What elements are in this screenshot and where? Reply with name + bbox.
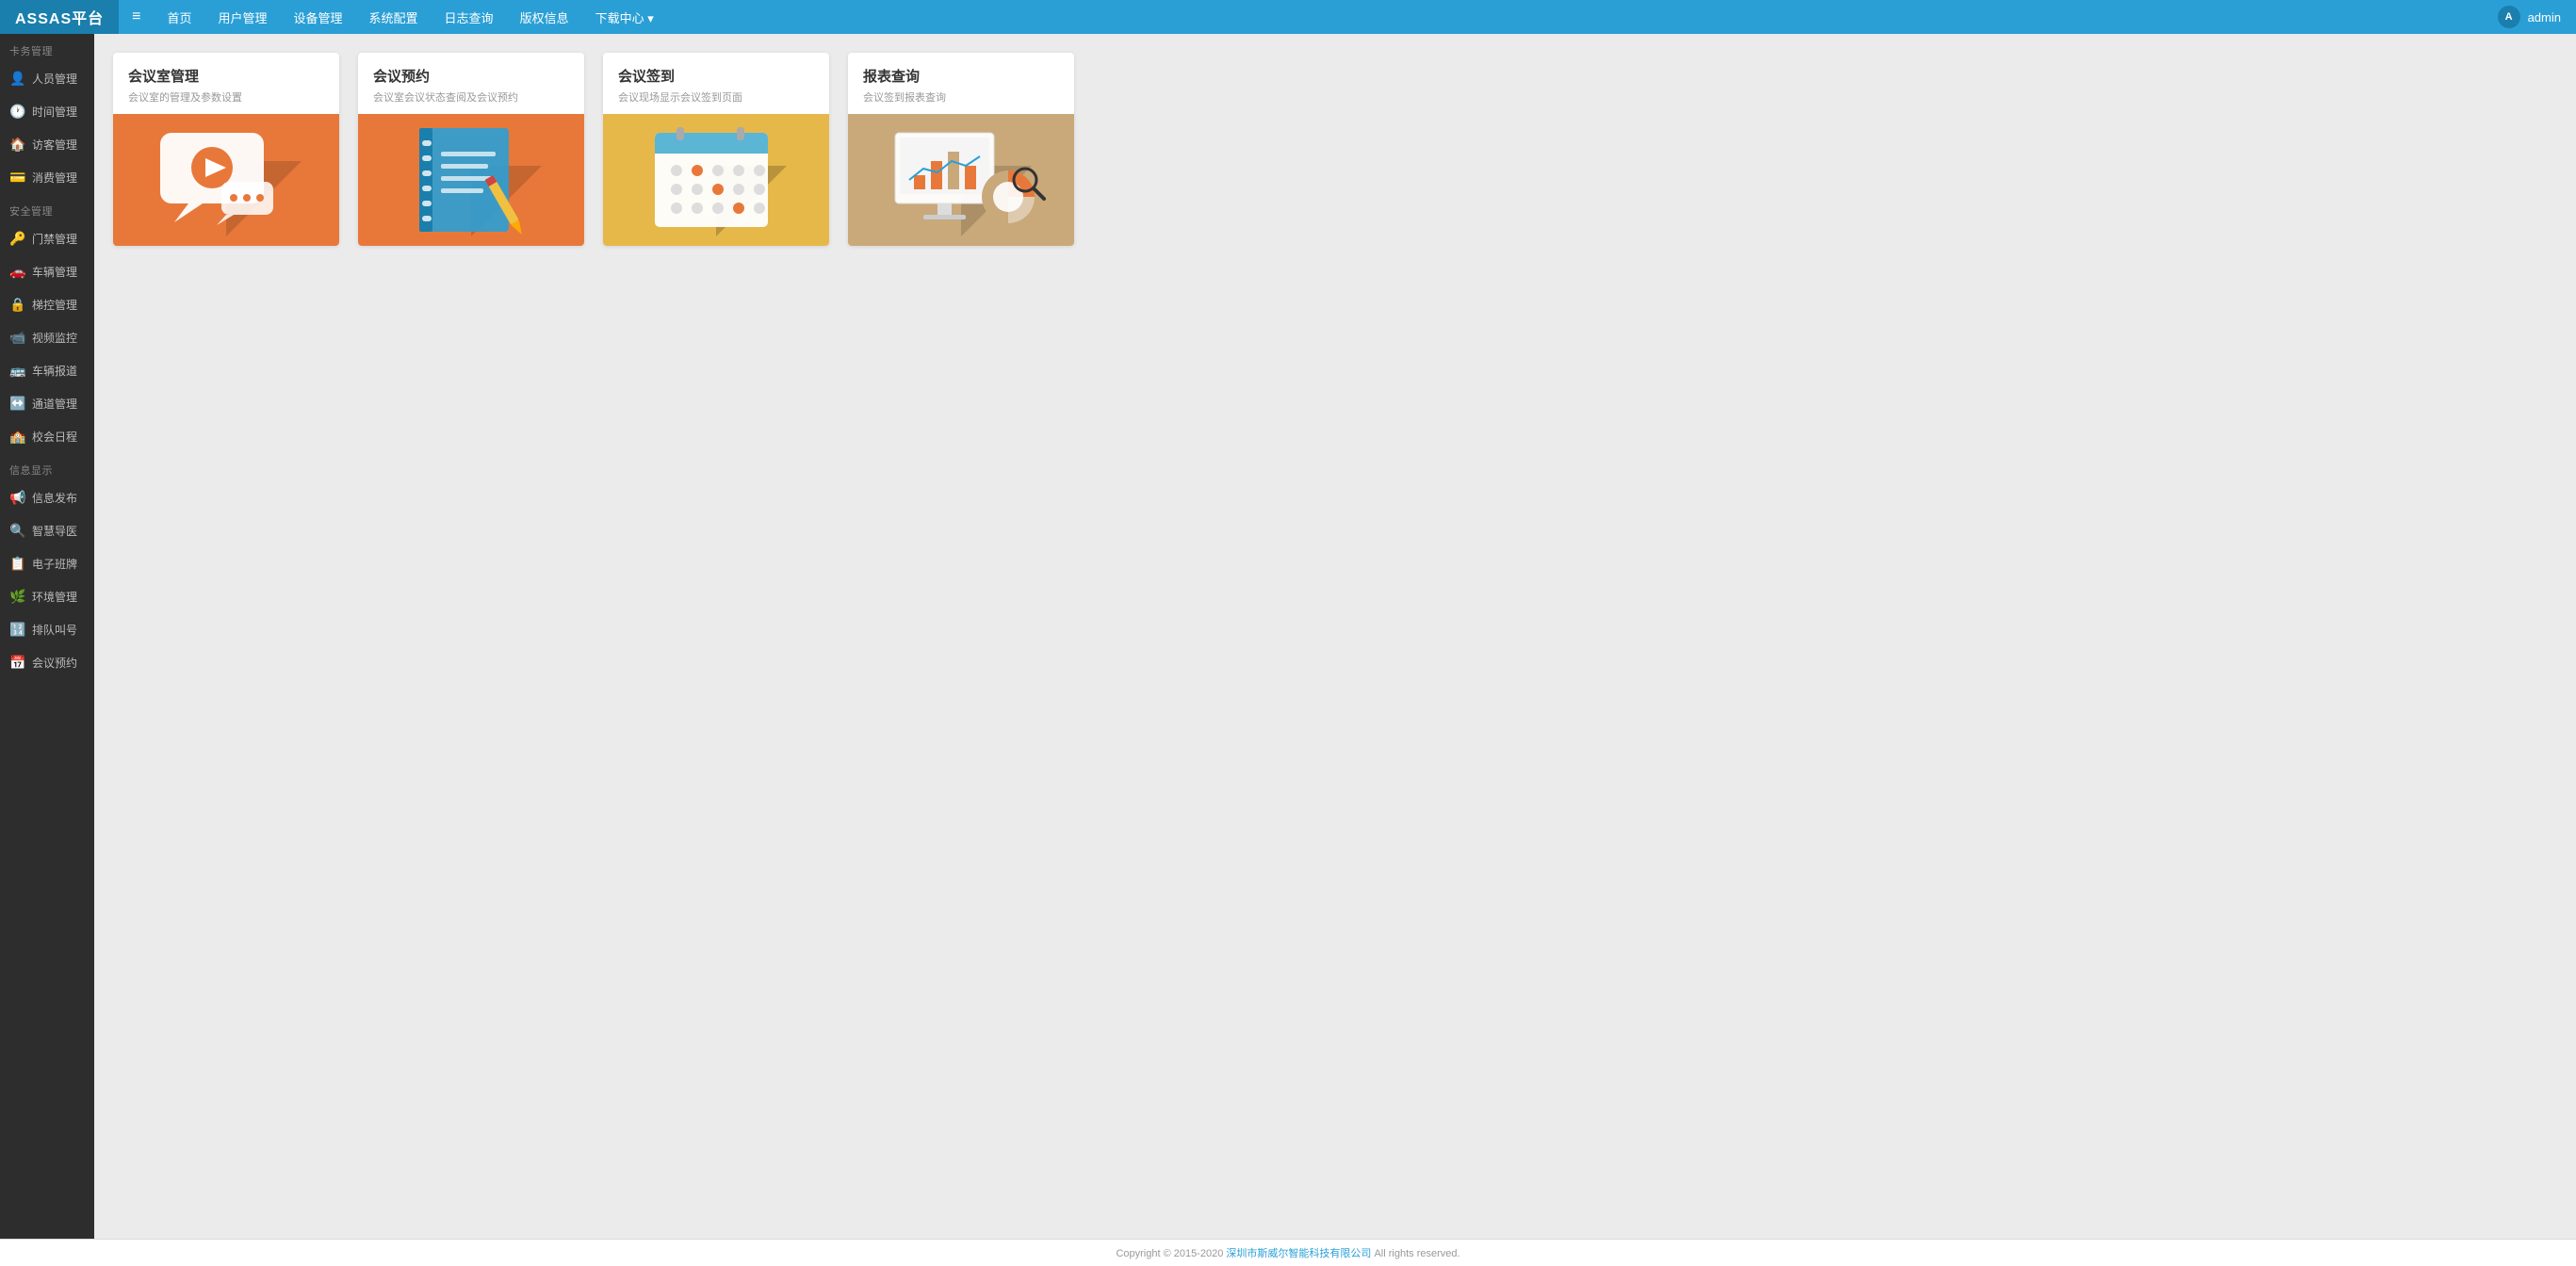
- sidebar-icon: ↔️: [9, 396, 26, 412]
- sidebar-item-电子班牌[interactable]: 📋 电子班牌: [0, 547, 94, 580]
- cards-grid: 会议室管理会议室的管理及参数设置 会议预约会议室会议状态查阅及会议预约: [113, 53, 2557, 246]
- sidebar-icon: 🏫: [9, 429, 26, 445]
- sidebar-item-通道管理[interactable]: ↔️ 通道管理: [0, 387, 94, 420]
- sidebar-item-环境管理[interactable]: 🌿 环境管理: [0, 580, 94, 613]
- sidebar-icon: 📢: [9, 490, 26, 506]
- sidebar-label: 梯控管理: [32, 297, 77, 313]
- card-illustration: [848, 114, 1074, 246]
- sidebar-icon: 🔒: [9, 297, 26, 313]
- sidebar-label: 通道管理: [32, 396, 77, 412]
- sidebar-item-门禁管理[interactable]: 🔑 门禁管理: [0, 222, 94, 255]
- main-layout: 卡务管理 👤 人员管理 🕐 时间管理 🏠 访客管理 💳 消费管理安全管理 🔑 门禁管理 🚗 车辆管理 🔒 梯…: [0, 34, 2576, 1239]
- sidebar-item-排队叫号[interactable]: 🔢 排队叫号: [0, 613, 94, 646]
- sidebar-icon: 🔑: [9, 231, 26, 247]
- avatar: A: [2498, 6, 2520, 28]
- card-report-query[interactable]: 报表查询会议签到报表查询: [848, 53, 1074, 246]
- sidebar-label: 车辆管理: [32, 264, 77, 280]
- nav-link-系统配置[interactable]: 系统配置: [356, 0, 432, 34]
- nav-link-日志查询[interactable]: 日志查询: [432, 0, 507, 34]
- sidebar-item-时间管理[interactable]: 🕐 时间管理: [0, 95, 94, 128]
- footer-suffix: All rights reserved.: [1371, 1248, 1459, 1259]
- sidebar-item-访客管理[interactable]: 🏠 访客管理: [0, 128, 94, 161]
- card-subtitle: 会议室的管理及参数设置: [128, 89, 324, 105]
- hamburger-button[interactable]: ≡: [119, 0, 154, 34]
- card-title: 报表查询: [863, 66, 1059, 86]
- card-title: 会议室管理: [128, 66, 324, 86]
- card-subtitle: 会议室会议状态查阅及会议预约: [373, 89, 569, 105]
- sidebar-icon: 📅: [9, 655, 26, 671]
- sidebar-icon: 📹: [9, 330, 26, 346]
- user-area: A admin: [2498, 6, 2576, 28]
- sidebar-section-title: 卡务管理: [0, 34, 94, 62]
- card-title: 会议签到: [618, 66, 814, 86]
- sidebar-item-信息发布[interactable]: 📢 信息发布: [0, 481, 94, 514]
- sidebar-icon: 🌿: [9, 589, 26, 605]
- username-label: admin: [2528, 10, 2561, 24]
- sidebar-label: 时间管理: [32, 104, 77, 120]
- sidebar-icon: 📋: [9, 556, 26, 572]
- sidebar-icon: 🔢: [9, 622, 26, 638]
- footer-text: Copyright © 2015-2020: [1116, 1248, 1226, 1259]
- nav-link-版权信息[interactable]: 版权信息: [507, 0, 582, 34]
- sidebar-icon: 🚌: [9, 363, 26, 379]
- sidebar-item-校会日程[interactable]: 🏫 校会日程: [0, 420, 94, 453]
- footer: Copyright © 2015-2020 深圳市斯威尔智能科技有限公司 All…: [0, 1239, 2576, 1266]
- card-illustration: [113, 114, 339, 246]
- card-subtitle: 会议签到报表查询: [863, 89, 1059, 105]
- brand-logo: ASSAS平台: [0, 0, 119, 34]
- sidebar-item-车辆报道[interactable]: 🚌 车辆报道: [0, 354, 94, 387]
- nav-link-下载中心[interactable]: 下载中心 ▾: [582, 0, 667, 34]
- footer-link[interactable]: 深圳市斯威尔智能科技有限公司: [1226, 1248, 1371, 1259]
- sidebar-label: 访客管理: [32, 137, 77, 153]
- card-title: 会议预约: [373, 66, 569, 86]
- sidebar: 卡务管理 👤 人员管理 🕐 时间管理 🏠 访客管理 💳 消费管理安全管理 🔑 门禁管理 🚗 车辆管理 🔒 梯…: [0, 34, 94, 1239]
- sidebar-icon: 👤: [9, 71, 26, 87]
- sidebar-section-title: 信息显示: [0, 453, 94, 481]
- sidebar-icon: 🕐: [9, 104, 26, 120]
- sidebar-item-车辆管理[interactable]: 🚗 车辆管理: [0, 255, 94, 288]
- sidebar-section-title: 安全管理: [0, 194, 94, 222]
- sidebar-label: 环境管理: [32, 589, 77, 605]
- sidebar-label: 校会日程: [32, 429, 77, 445]
- sidebar-item-智慧导医[interactable]: 🔍 智慧导医: [0, 514, 94, 547]
- nav-link-设备管理[interactable]: 设备管理: [281, 0, 356, 34]
- sidebar-label: 门禁管理: [32, 231, 77, 247]
- sidebar-label: 人员管理: [32, 71, 77, 87]
- sidebar-icon: 🚗: [9, 264, 26, 280]
- sidebar-label: 信息发布: [32, 490, 77, 506]
- sidebar-label: 视频监控: [32, 330, 77, 346]
- nav-links: 首页用户管理设备管理系统配置日志查询版权信息下载中心 ▾: [154, 0, 666, 34]
- card-illustration: [358, 114, 584, 246]
- nav-link-首页[interactable]: 首页: [154, 0, 204, 34]
- card-meeting-reserve[interactable]: 会议预约会议室会议状态查阅及会议预约: [358, 53, 584, 246]
- sidebar-item-视频监控[interactable]: 📹 视频监控: [0, 321, 94, 354]
- card-illustration: [603, 114, 829, 246]
- sidebar-item-人员管理[interactable]: 👤 人员管理: [0, 62, 94, 95]
- sidebar-label: 车辆报道: [32, 363, 77, 379]
- sidebar-item-梯控管理[interactable]: 🔒 梯控管理: [0, 288, 94, 321]
- sidebar-label: 消费管理: [32, 170, 77, 186]
- sidebar-label: 电子班牌: [32, 556, 77, 572]
- top-navbar: ASSAS平台 ≡ 首页用户管理设备管理系统配置日志查询版权信息下载中心 ▾ A…: [0, 0, 2576, 34]
- sidebar-label: 智慧导医: [32, 523, 77, 539]
- main-content: 会议室管理会议室的管理及参数设置 会议预约会议室会议状态查阅及会议预约: [94, 34, 2576, 1239]
- card-subtitle: 会议现场显示会议签到页面: [618, 89, 814, 105]
- card-meeting-room[interactable]: 会议室管理会议室的管理及参数设置: [113, 53, 339, 246]
- sidebar-icon: 💳: [9, 170, 26, 186]
- nav-link-用户管理[interactable]: 用户管理: [205, 0, 281, 34]
- sidebar-label: 排队叫号: [32, 622, 77, 638]
- sidebar-item-会议预约[interactable]: 📅 会议预约: [0, 646, 94, 679]
- card-meeting-checkin[interactable]: 会议签到会议现场显示会议签到页面: [603, 53, 829, 246]
- sidebar-icon: 🏠: [9, 137, 26, 153]
- sidebar-item-消费管理[interactable]: 💳 消费管理: [0, 161, 94, 194]
- sidebar-label: 会议预约: [32, 655, 77, 671]
- sidebar-icon: 🔍: [9, 523, 26, 539]
